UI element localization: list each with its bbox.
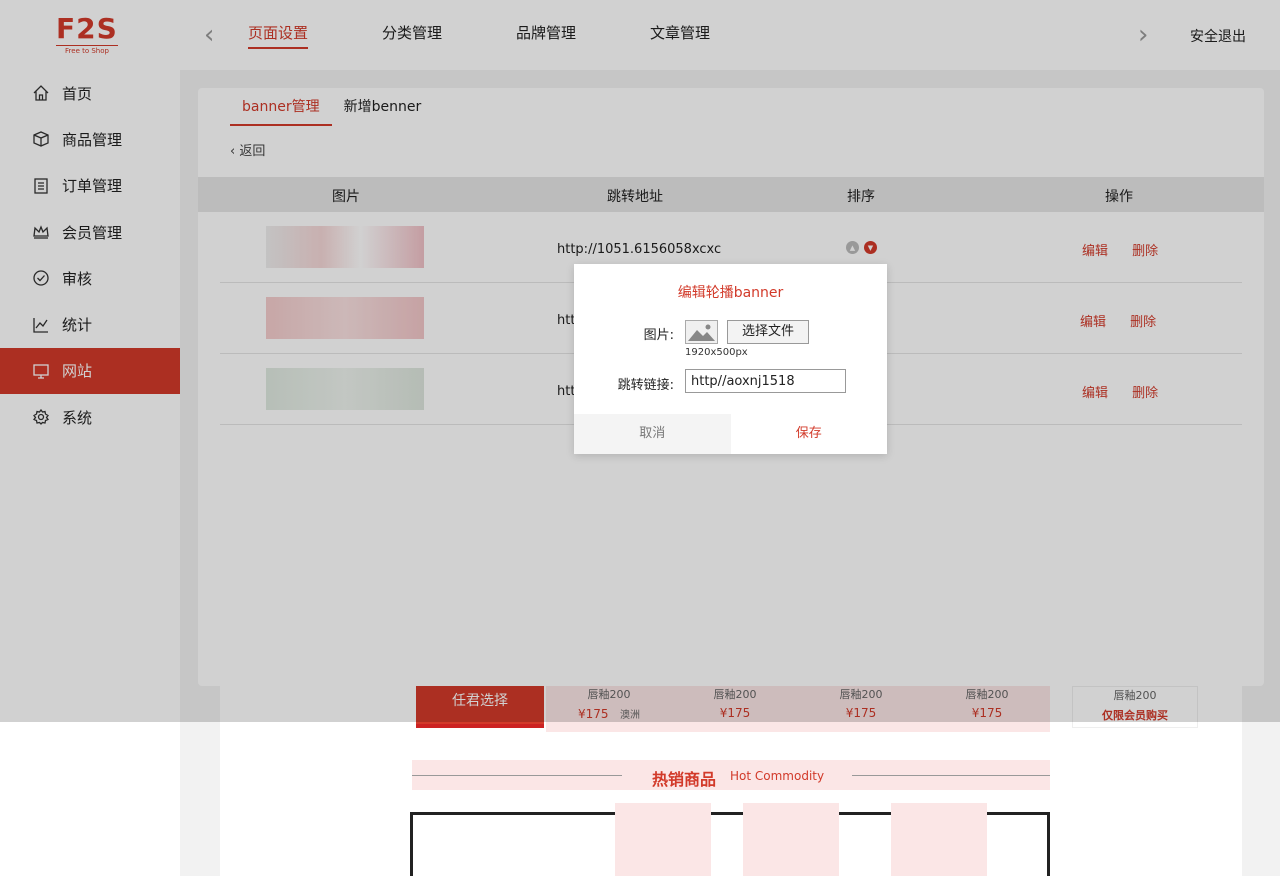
dialog-footer: 取消 保存 (574, 414, 887, 454)
divider (412, 775, 622, 776)
save-button[interactable]: 保存 (730, 414, 887, 454)
image-size-hint: 1920x500px (685, 347, 748, 358)
cancel-button[interactable]: 取消 (574, 414, 731, 454)
product-image-cushion[interactable] (743, 803, 839, 876)
image-placeholder-icon (685, 320, 718, 344)
choose-file-button[interactable]: 选择文件 (727, 320, 809, 344)
product-image-perfume[interactable] (615, 803, 711, 876)
hot-subtitle: Hot Commodity (730, 769, 825, 783)
hot-showcase (410, 803, 1050, 876)
image-label: 图片: (643, 328, 674, 343)
product-image-lipstick[interactable] (891, 803, 987, 876)
hot-title: 热销商品 (652, 770, 717, 789)
divider (852, 775, 1050, 776)
dialog-title: 编辑轮播banner (677, 285, 784, 301)
hot-commodity-header: 热销商品 Hot Commodity (412, 760, 1050, 790)
link-label: 跳转链接: (617, 378, 674, 393)
jump-link-input[interactable] (685, 369, 846, 393)
edit-banner-dialog: 编辑轮播banner 图片: 选择文件 1920x500px 跳转链接: 取消 … (574, 264, 887, 454)
